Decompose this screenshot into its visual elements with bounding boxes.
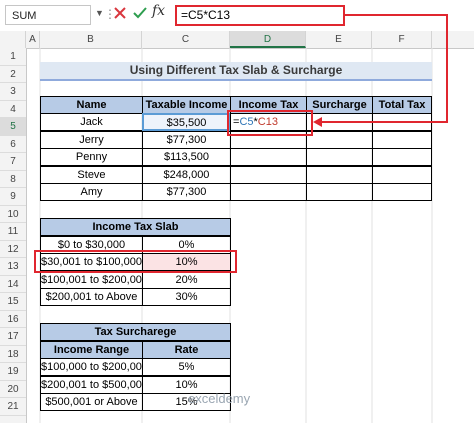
surcharge-table-header[interactable]: Tax Surcharege [40,323,231,341]
header-rate[interactable]: Rate [142,340,231,359]
surcharge-rate-cell[interactable]: 5% [142,358,231,376]
slab-rate-cell-referenced[interactable]: 10% [142,253,231,271]
cell-name[interactable]: Amy [40,183,143,201]
watermark-logo: exceldemy [188,391,251,406]
row-header-13[interactable]: 13 [0,258,26,276]
cell-surcharge[interactable] [306,148,373,166]
slab-rate-cell[interactable]: 0% [142,235,231,254]
row-header-12[interactable]: 12 [0,241,26,258]
annotation-arrow [313,14,448,127]
row-header-16[interactable]: 16 [0,311,26,328]
slab-rate-cell[interactable]: 20% [142,270,231,289]
surcharge-range-cell[interactable]: $200,001 to $500,000 [40,375,143,394]
row-header-19[interactable]: 19 [0,363,26,381]
cell-taxable-income[interactable]: $248,000 [142,165,231,184]
row-header-20[interactable]: 20 [0,381,26,398]
row-header-9[interactable]: 9 [0,188,26,206]
row-header-11[interactable]: 11 [0,223,26,241]
cell-name[interactable]: Steve [40,165,143,184]
cell-name[interactable]: Penny [40,148,143,166]
row-header-14[interactable]: 14 [0,276,26,293]
header-income-range[interactable]: Income Range [40,340,143,359]
cell-total-tax[interactable] [372,165,432,184]
row-header-21[interactable]: 21 [0,398,26,416]
row-header-15[interactable]: 15 [0,293,26,311]
row-header-7[interactable]: 7 [0,153,26,171]
cell-income-tax[interactable] [230,183,307,201]
row-header-17[interactable]: 17 [0,328,26,346]
slab-range-cell[interactable]: $200,001 to Above [40,288,143,306]
slab-range-cell[interactable]: $30,001 to $100,000 [40,253,143,271]
cell-taxable-income[interactable]: $113,500 [142,148,231,166]
slab-rate-cell[interactable]: 30% [142,288,231,306]
cell-income-tax[interactable] [230,148,307,166]
cell-surcharge[interactable] [306,165,373,184]
slab-table-header[interactable]: Income Tax Slab [40,218,231,236]
cell-total-tax[interactable] [372,183,432,201]
row-header-10[interactable]: 10 [0,206,26,223]
cell-total-tax[interactable] [372,148,432,166]
surcharge-range-cell[interactable]: $100,000 to $200,000 [40,358,143,376]
slab-range-cell[interactable]: $0 to $30,000 [40,235,143,254]
slab-range-cell[interactable]: $100,001 to $200,000 [40,270,143,289]
cell-taxable-income[interactable]: $77,300 [142,183,231,201]
cell-income-tax[interactable] [230,165,307,184]
surcharge-range-cell[interactable]: $500,001 or Above [40,393,143,411]
row-header-8[interactable]: 8 [0,171,26,188]
cell-surcharge[interactable] [306,183,373,201]
row-header-18[interactable]: 18 [0,346,26,363]
